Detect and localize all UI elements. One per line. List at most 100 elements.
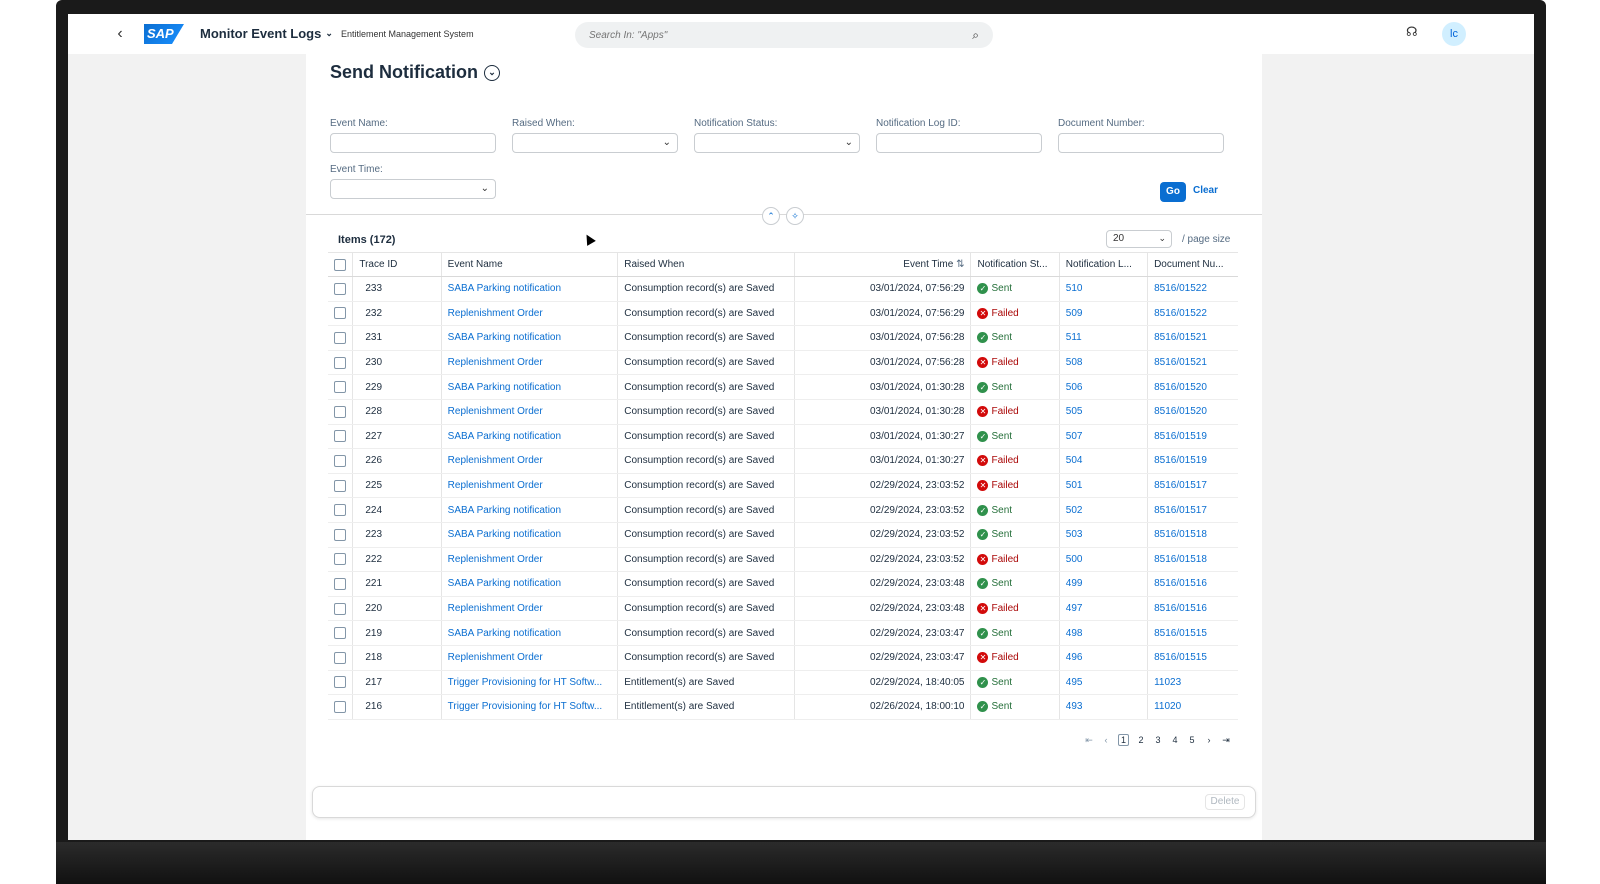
row-checkbox[interactable] xyxy=(334,528,346,541)
document-number-link[interactable]: 8516/01522 xyxy=(1147,276,1238,302)
column-header-event-time[interactable]: Event Time ⇅ xyxy=(793,252,971,277)
document-number-link[interactable]: 8516/01520 xyxy=(1147,374,1238,400)
event-name-link[interactable]: Replenishment Order xyxy=(440,547,618,573)
event-name-link[interactable]: SABA Parking notification xyxy=(440,497,618,523)
table-row[interactable]: 227 SABA Parking notification Consumption … xyxy=(328,424,1238,450)
page-link-current[interactable]: 1 xyxy=(1118,734,1130,746)
document-number-link[interactable]: 8516/01519 xyxy=(1147,424,1238,450)
column-header[interactable]: Notification L... xyxy=(1058,252,1148,277)
column-header[interactable]: Raised When xyxy=(617,252,795,277)
notification-log-link[interactable]: 493 xyxy=(1058,694,1148,720)
event-name-link[interactable]: Replenishment Order xyxy=(440,448,618,474)
document-number-input[interactable] xyxy=(1058,133,1224,153)
search-bar[interactable]: ⌕ xyxy=(575,22,993,48)
notification-log-link[interactable]: 508 xyxy=(1058,350,1148,376)
notification-log-link[interactable]: 495 xyxy=(1058,670,1148,696)
page-link[interactable]: 3 xyxy=(1153,735,1163,745)
row-checkbox[interactable] xyxy=(334,405,346,418)
event-name-link[interactable]: Replenishment Order xyxy=(440,350,618,376)
collapse-header-icon[interactable]: ⌃ xyxy=(762,207,780,225)
notification-log-link[interactable]: 496 xyxy=(1058,645,1148,671)
event-name-link[interactable]: SABA Parking notification xyxy=(440,325,618,351)
delete-button[interactable]: Delete xyxy=(1205,794,1245,810)
table-row[interactable]: 222 Replenishment Order Consumption record… xyxy=(328,547,1238,573)
row-checkbox[interactable] xyxy=(334,307,346,320)
search-icon[interactable]: ⌕ xyxy=(972,28,979,43)
row-checkbox[interactable] xyxy=(334,356,346,369)
app-title-menu[interactable]: Monitor Event Logs ⌄ xyxy=(200,26,333,41)
headset-icon[interactable]: ☊ xyxy=(1406,24,1418,40)
table-row[interactable]: 221 SABA Parking notification Consumption … xyxy=(328,571,1238,597)
document-number-link[interactable]: 8516/01518 xyxy=(1147,522,1238,548)
row-checkbox[interactable] xyxy=(334,331,346,344)
row-checkbox[interactable] xyxy=(334,553,346,566)
document-number-link[interactable]: 8516/01516 xyxy=(1147,571,1238,597)
event-name-link[interactable]: Trigger Provisioning for HT Softw... xyxy=(440,670,618,696)
column-header[interactable]: Notification St... xyxy=(970,252,1060,277)
table-row[interactable]: 232 Replenishment Order Consumption record… xyxy=(328,301,1238,327)
notification-log-link[interactable]: 509 xyxy=(1058,301,1148,327)
notification-log-link[interactable]: 506 xyxy=(1058,374,1148,400)
go-button[interactable]: Go xyxy=(1160,182,1186,202)
first-page-icon[interactable]: ⇤ xyxy=(1084,735,1094,746)
next-page-icon[interactable]: › xyxy=(1204,735,1214,745)
search-input[interactable] xyxy=(589,29,949,41)
row-checkbox[interactable] xyxy=(334,479,346,492)
event-name-input[interactable] xyxy=(330,133,496,153)
document-number-link[interactable]: 8516/01518 xyxy=(1147,547,1238,573)
document-number-link[interactable]: 8516/01521 xyxy=(1147,325,1238,351)
event-name-link[interactable]: Replenishment Order xyxy=(440,645,618,671)
document-number-link[interactable]: 8516/01516 xyxy=(1147,596,1238,622)
row-checkbox[interactable] xyxy=(334,700,346,713)
table-row[interactable]: 217 Trigger Provisioning for HT Softw... E… xyxy=(328,670,1238,696)
table-row[interactable]: 229 SABA Parking notification Consumption … xyxy=(328,374,1238,400)
event-name-link[interactable]: Replenishment Order xyxy=(440,473,618,499)
event-name-link[interactable]: SABA Parking notification xyxy=(440,374,618,400)
row-checkbox[interactable] xyxy=(334,676,346,689)
page-size-select[interactable]: 20 ⌄ xyxy=(1106,230,1172,248)
notification-log-link[interactable]: 503 xyxy=(1058,522,1148,548)
table-row[interactable]: 226 Replenishment Order Consumption record… xyxy=(328,448,1238,474)
raised-when-select[interactable]: ⌄ xyxy=(512,133,678,153)
event-name-link[interactable]: SABA Parking notification xyxy=(440,276,618,302)
row-checkbox[interactable] xyxy=(334,381,346,394)
document-number-link[interactable]: 8516/01520 xyxy=(1147,399,1238,425)
notification-status-select[interactable]: ⌄ xyxy=(694,133,860,153)
event-name-link[interactable]: SABA Parking notification xyxy=(440,424,618,450)
row-checkbox[interactable] xyxy=(334,651,346,664)
document-number-link[interactable]: 8516/01517 xyxy=(1147,473,1238,499)
table-row[interactable]: 223 SABA Parking notification Consumption … xyxy=(328,522,1238,548)
table-row[interactable]: 220 Replenishment Order Consumption record… xyxy=(328,596,1238,622)
table-row[interactable]: 219 SABA Parking notification Consumption … xyxy=(328,620,1238,646)
notification-log-link[interactable]: 502 xyxy=(1058,497,1148,523)
table-row[interactable]: 224 SABA Parking notification Consumption … xyxy=(328,497,1238,523)
notification-log-link[interactable]: 499 xyxy=(1058,571,1148,597)
document-number-link[interactable]: 11023 xyxy=(1147,670,1238,696)
notification-log-link[interactable]: 501 xyxy=(1058,473,1148,499)
notification-log-link[interactable]: 511 xyxy=(1058,325,1148,351)
pin-header-icon[interactable]: ✧ xyxy=(786,207,804,225)
notification-log-link[interactable]: 507 xyxy=(1058,424,1148,450)
row-checkbox[interactable] xyxy=(334,504,346,517)
avatar[interactable]: lc xyxy=(1442,22,1466,46)
row-checkbox[interactable] xyxy=(334,577,346,590)
chevron-down-circle-icon[interactable]: ⌄ xyxy=(484,64,500,81)
notification-log-link[interactable]: 498 xyxy=(1058,620,1148,646)
table-row[interactable]: 216 Trigger Provisioning for HT Softw... E… xyxy=(328,694,1238,720)
row-checkbox[interactable] xyxy=(334,627,346,640)
table-row[interactable]: 230 Replenishment Order Consumption record… xyxy=(328,350,1238,376)
row-checkbox[interactable] xyxy=(334,454,346,467)
document-number-link[interactable]: 8516/01517 xyxy=(1147,497,1238,523)
document-number-link[interactable]: 11020 xyxy=(1147,694,1238,720)
row-checkbox[interactable] xyxy=(334,430,346,443)
column-header[interactable]: Document Nu... xyxy=(1147,252,1238,277)
document-number-link[interactable]: 8516/01522 xyxy=(1147,301,1238,327)
table-row[interactable]: 233 SABA Parking notification Consumption … xyxy=(328,276,1238,302)
table-row[interactable]: 225 Replenishment Order Consumption record… xyxy=(328,473,1238,499)
back-button[interactable]: ‹ xyxy=(110,24,130,44)
notification-log-id-input[interactable] xyxy=(876,133,1042,153)
select-all-checkbox[interactable] xyxy=(334,258,346,271)
clear-button[interactable]: Clear xyxy=(1193,185,1218,196)
notification-log-link[interactable]: 510 xyxy=(1058,276,1148,302)
document-number-link[interactable]: 8516/01519 xyxy=(1147,448,1238,474)
